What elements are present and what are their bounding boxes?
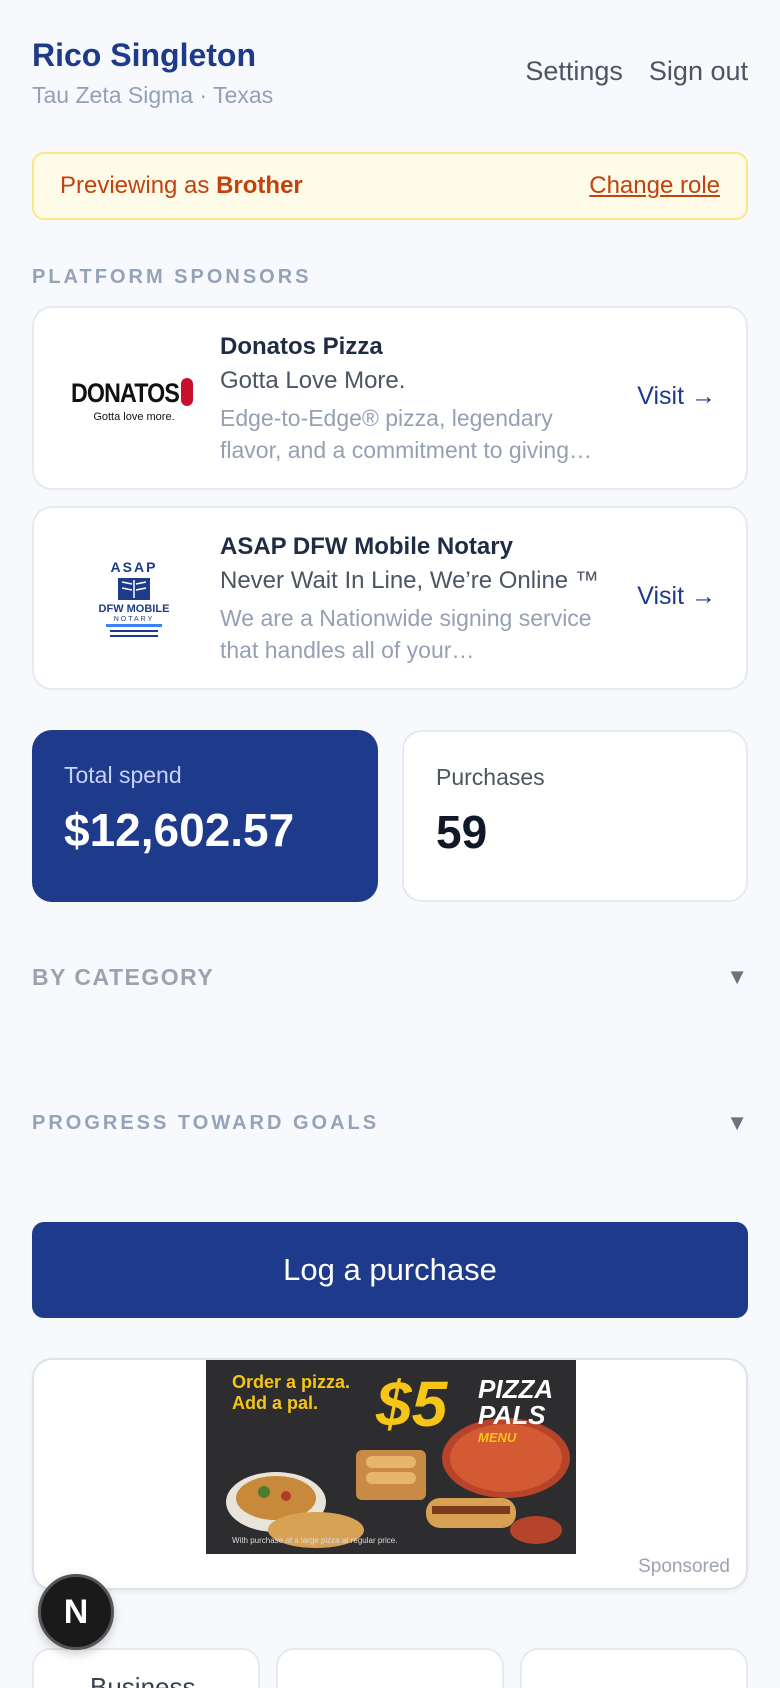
category-tile-business[interactable]: Business [32, 1648, 260, 1688]
sponsor-info: Donatos Pizza Gotta Love More. Edge-to-E… [220, 332, 620, 466]
role-preview-text: Previewing as Brother [60, 172, 303, 200]
svg-text:NOTARY: NOTARY [114, 616, 155, 623]
pizza-pals-ad-image[interactable]: Order a pizza. Add a pal. $5 PIZZA PALS … [206, 1360, 576, 1554]
category-tile[interactable] [276, 1648, 504, 1688]
header-nav: Settings Sign out [525, 56, 748, 87]
sponsored-label: Sponsored [638, 1556, 730, 1577]
chevron-down-icon[interactable]: ▼ [726, 1110, 748, 1136]
total-spend-label: Total spend [64, 762, 182, 788]
sponsor-tagline: Gotta Love More. [220, 367, 406, 394]
sponsor-tagline: Never Wait In Line, We’re Online ™ [220, 567, 599, 594]
sponsor-description: Edge-to-Edge® pizza, legendary flavor, a… [220, 405, 592, 463]
progress-goals-toggle[interactable]: PROGRESS TOWARD GOALS [32, 1112, 379, 1135]
donatos-logo: DONATOS Gotta love more. [64, 358, 204, 442]
sign-out-link[interactable]: Sign out [649, 56, 748, 87]
category-tile[interactable] [520, 1648, 748, 1688]
role-prefix: Previewing as [60, 172, 217, 199]
ad-promo-sub: MENU [478, 1430, 517, 1445]
nextjs-dev-badge[interactable]: N [38, 1574, 114, 1650]
svg-text:DFW MOBILE: DFW MOBILE [99, 603, 170, 615]
purchases-value: 59 [436, 806, 488, 858]
by-category-toggle[interactable]: BY CATEGORY [32, 964, 214, 991]
sponsor-card-donatos[interactable]: DONATOS Gotta love more. Donatos Pizza G… [32, 306, 748, 490]
chevron-down-icon[interactable]: ▼ [726, 964, 748, 990]
sponsor-info: ASAP DFW Mobile Notary Never Wait In Lin… [220, 532, 620, 666]
ad-headline: Order a pizza. Add a pal. [232, 1372, 351, 1413]
ad-fine-print: With purchase of a large pizza at regula… [232, 1536, 398, 1545]
tile-label: Business [90, 1672, 196, 1688]
sponsor-name: Donatos Pizza [220, 333, 383, 360]
sponsored-ad-card[interactable]: Order a pizza. Add a pal. $5 PIZZA PALS … [32, 1358, 748, 1590]
svg-text:Gotta love more.: Gotta love more. [93, 411, 174, 423]
settings-link[interactable]: Settings [525, 56, 623, 87]
total-spend-value: $12,602.57 [64, 804, 295, 856]
svg-text:ASAP: ASAP [111, 559, 158, 575]
visit-donatos-link[interactable]: Visit → [637, 382, 716, 411]
svg-text:DONATOS: DONATOS [71, 378, 179, 408]
role-preview-banner: Previewing as Brother Change role [32, 152, 748, 220]
sponsor-name: ASAP DFW Mobile Notary [220, 533, 513, 560]
purchases-card: Purchases 59 [402, 730, 748, 902]
profile-header: Rico Singleton Tau Zeta Sigma · Texas Se… [32, 36, 748, 116]
sponsors-section-label: PLATFORM SPONSORS [32, 266, 312, 288]
purchases-label: Purchases [436, 764, 545, 790]
sponsor-description: We are a Nationwide signing service that… [220, 605, 592, 663]
change-role-link[interactable]: Change role [589, 172, 720, 200]
ad-price: $5 [376, 1368, 448, 1440]
asap-notary-logo: ASAP DFW MOBILE NOTARY [64, 558, 204, 642]
ad-promo: PIZZA PALS [478, 1374, 553, 1430]
total-spend-card: Total spend $12,602.57 [32, 730, 378, 902]
log-purchase-button[interactable]: Log a purchase [32, 1222, 748, 1318]
sponsor-card-asap-notary[interactable]: ASAP DFW MOBILE NOTARY ASAP DFW Mobile N… [32, 506, 748, 690]
role-name: Brother [216, 172, 303, 199]
visit-asap-notary-link[interactable]: Visit → [637, 582, 716, 611]
